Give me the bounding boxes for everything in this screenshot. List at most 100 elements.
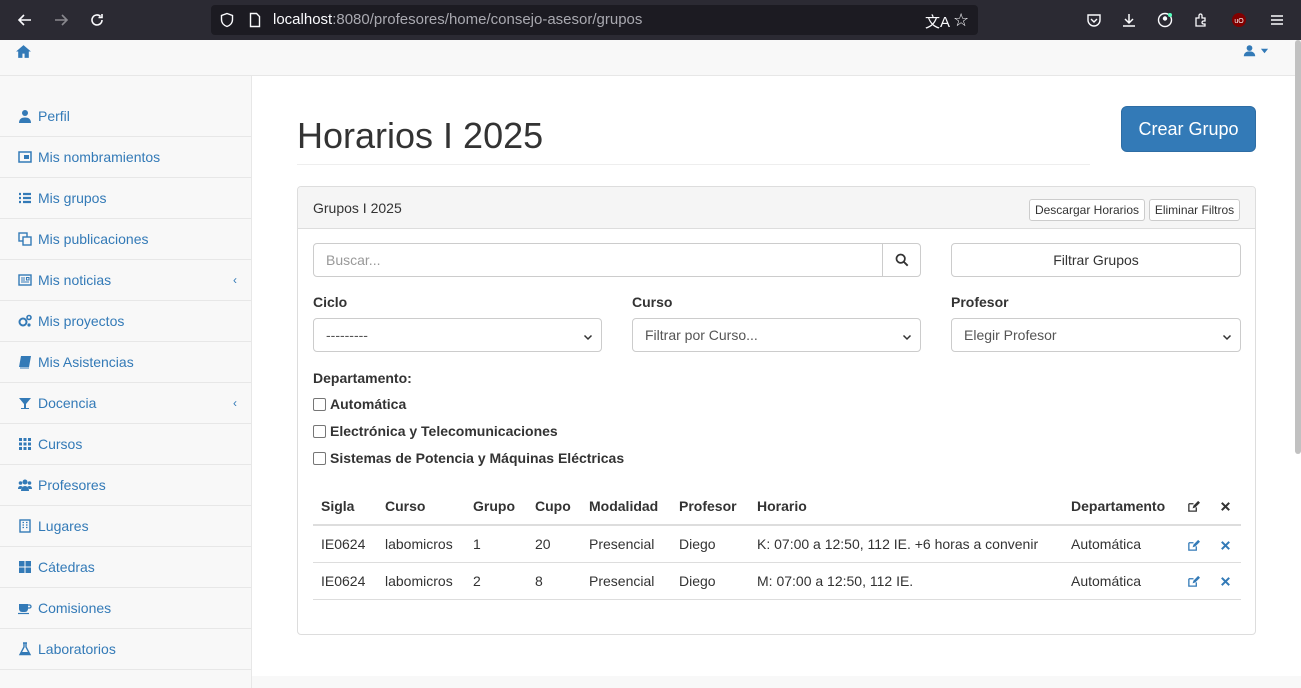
profesor-select[interactable]: Elegir Profesor — [951, 318, 1241, 352]
sidebar-item-mis-publicaciones[interactable]: Mis publicaciones — [0, 219, 251, 260]
sidebar-item-label: Mis Asistencias — [38, 354, 134, 370]
sidebar-item-mis-grupos[interactable]: Mis grupos — [0, 178, 251, 219]
col-cupo: Cupo — [527, 487, 581, 526]
create-group-button[interactable]: Crear Grupo — [1121, 106, 1256, 152]
curso-select[interactable]: Filtrar por Curso... — [632, 318, 921, 352]
sidebar-item-cursos[interactable]: Cursos — [0, 424, 251, 465]
delete-icon[interactable] — [1211, 562, 1241, 600]
account-icon[interactable] — [1152, 7, 1178, 33]
sidebar-item-mis-nombramientos[interactable]: Mis nombramientos — [0, 137, 251, 178]
sidebar-item-mis-asistencias[interactable]: Mis Asistencias — [0, 342, 251, 383]
chevron-down-icon — [1222, 329, 1232, 345]
sidebar-item-label: Perfil — [38, 108, 70, 124]
user-menu[interactable] — [1243, 44, 1269, 57]
forward-icon[interactable] — [48, 7, 74, 33]
translate-icon[interactable]: 文A — [925, 11, 950, 32]
col-modalidad: Modalidad — [581, 487, 671, 526]
address-bar[interactable]: localhost:8080/profesores/home/consejo-a… — [211, 5, 978, 35]
edit-icon[interactable] — [1179, 525, 1211, 563]
delete-icon[interactable] — [1211, 525, 1241, 563]
sidebar-item-lugares[interactable]: Lugares — [0, 506, 251, 547]
sidebar-item-cátedras[interactable]: Cátedras — [0, 547, 251, 588]
profesor-label: Profesor — [951, 294, 1009, 310]
sidebar-item-label: Mis nombramientos — [38, 149, 161, 165]
sidebar-item-label: Docencia — [38, 395, 97, 411]
cell-cupo: 8 — [527, 562, 581, 600]
close-icon — [1211, 487, 1241, 526]
cell-profesor: Diego — [671, 525, 749, 563]
svg-text:uO: uO — [1234, 18, 1244, 25]
chevron-left-icon[interactable]: ‹ — [233, 273, 237, 287]
col-grupo: Grupo — [465, 487, 527, 526]
ciclo-label: Ciclo — [313, 294, 348, 310]
th-large-icon — [17, 560, 33, 574]
title-divider — [297, 164, 1090, 165]
chevron-left-icon[interactable]: ‹ — [233, 396, 237, 410]
sidebar-item-label: Comisiones — [38, 600, 112, 616]
app-navbar — [0, 40, 1301, 76]
groups-panel: Grupos I 2025 Descargar Horarios Elimina… — [297, 186, 1256, 635]
checkbox[interactable] — [313, 451, 326, 465]
sidebar-item-docencia[interactable]: Docencia ‹ — [0, 383, 251, 424]
checkbox[interactable] — [313, 424, 326, 438]
search-input[interactable] — [313, 243, 883, 277]
newspaper-icon — [17, 273, 33, 287]
filter-groups-button[interactable]: Filtrar Grupos — [951, 243, 1241, 277]
chevron-down-icon — [583, 329, 593, 345]
dept-checkbox-potencia[interactable]: Sistemas de Potencia y Máquinas Eléctric… — [313, 450, 624, 466]
cell-grupo: 1 — [465, 525, 527, 563]
reload-icon[interactable] — [84, 7, 110, 33]
glass-icon — [17, 396, 33, 410]
sidebar-item-profesores[interactable]: Profesores — [0, 465, 251, 506]
cell-sigla: IE0624 — [313, 525, 377, 563]
cell-horario: K: 07:00 a 12:50, 112 IE. +6 horas a con… — [749, 525, 1063, 563]
cell-curso: labomicros — [377, 525, 465, 563]
book-icon — [17, 355, 33, 369]
menu-icon[interactable] — [1264, 7, 1290, 33]
caret-down-icon — [1260, 48, 1269, 54]
bookmark-star-icon[interactable]: ☆ — [953, 10, 969, 31]
col-sigla: Sigla — [313, 487, 377, 526]
cell-grupo: 2 — [465, 562, 527, 600]
edit-icon[interactable] — [1179, 562, 1211, 600]
checkbox[interactable] — [313, 397, 326, 411]
clear-filters-button[interactable]: Eliminar Filtros — [1149, 199, 1240, 221]
groups-table: Sigla Curso Grupo Cupo Modalidad Profeso… — [313, 487, 1241, 600]
sidebar-item-perfil[interactable]: Perfil — [0, 96, 251, 137]
list-icon — [17, 191, 33, 205]
search-icon — [895, 253, 908, 267]
sidebar-item-label: Mis noticias — [38, 272, 112, 288]
sidebar-item-label: Cátedras — [38, 559, 95, 575]
ublock-icon[interactable]: uO — [1226, 7, 1252, 33]
browser-toolbar: localhost:8080/profesores/home/consejo-a… — [0, 0, 1301, 40]
sidebar-item-label: Laboratorios — [38, 641, 116, 657]
sidebar-item-mis-noticias[interactable]: Mis noticias ‹ — [0, 260, 251, 301]
download-icon[interactable] — [1116, 7, 1142, 33]
sidebar-item-label: Mis proyectos — [38, 313, 125, 329]
page-scrollbar[interactable] — [1295, 40, 1301, 454]
pocket-icon[interactable] — [1081, 7, 1107, 33]
panel-title: Grupos I 2025 — [313, 200, 402, 216]
page-icon — [247, 12, 263, 31]
sidebar-item-laboratorios[interactable]: Laboratorios — [0, 629, 251, 670]
edit-icon — [1179, 487, 1211, 526]
table-row: IE0624 labomicros 1 20 Presencial Diego … — [313, 525, 1241, 563]
sidebar-item-comisiones[interactable]: Comisiones — [0, 588, 251, 629]
dept-checkbox-automatica[interactable]: Automática — [313, 396, 406, 412]
chevron-down-icon — [902, 329, 912, 345]
sidebar-item-label: Lugares — [38, 518, 89, 534]
sidebar-item-mis-proyectos[interactable]: Mis proyectos — [0, 301, 251, 342]
sidebar-item-label: Mis publicaciones — [38, 231, 149, 247]
search-button[interactable] — [882, 243, 921, 277]
cell-horario: M: 07:00 a 12:50, 112 IE. — [749, 562, 1063, 600]
coffee-icon — [17, 601, 33, 615]
cell-profesor: Diego — [671, 562, 749, 600]
home-icon[interactable] — [15, 43, 32, 63]
dept-checkbox-electronica[interactable]: Electrónica y Telecomunicaciones — [313, 423, 558, 439]
extensions-icon[interactable] — [1188, 7, 1214, 33]
download-schedules-button[interactable]: Descargar Horarios — [1029, 199, 1145, 221]
col-profesor: Profesor — [671, 487, 749, 526]
back-icon[interactable] — [12, 7, 38, 33]
cogs-icon — [17, 314, 33, 328]
ciclo-select[interactable]: --------- — [313, 318, 602, 352]
